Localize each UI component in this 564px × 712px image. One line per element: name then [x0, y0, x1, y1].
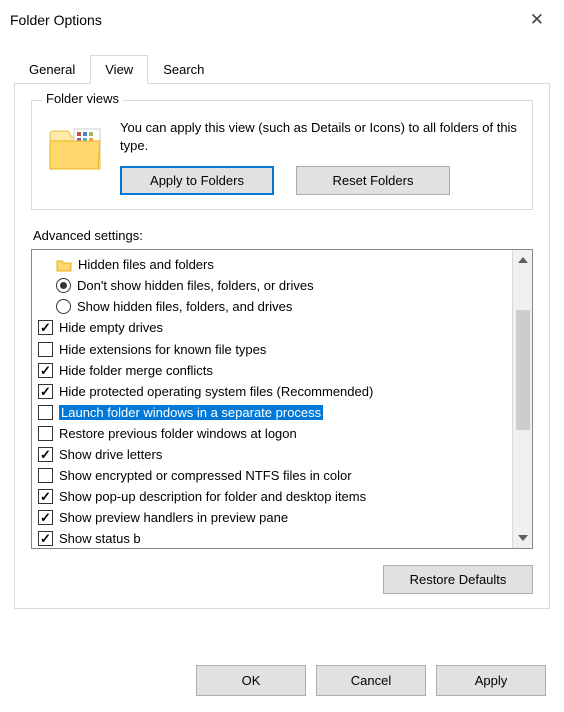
scrollbar[interactable]: [512, 250, 532, 548]
checkbox-option[interactable]: ✓ Hide protected operating system files (…: [38, 381, 510, 402]
option-label: Show status b: [59, 531, 141, 546]
tree-heading: Hidden files and folders: [38, 254, 510, 275]
checkbox-icon[interactable]: [38, 342, 53, 357]
checkbox-icon[interactable]: [38, 426, 53, 441]
folder-icon: [48, 123, 104, 173]
scroll-up-icon[interactable]: [513, 250, 532, 270]
checkbox-icon[interactable]: ✓: [38, 384, 53, 399]
checkbox-icon[interactable]: ✓: [38, 447, 53, 462]
folder-views-text: You can apply this view (such as Details…: [120, 119, 520, 154]
option-label: Show preview handlers in preview pane: [59, 510, 288, 525]
folder-views-group: Folder views You can apply this view (su…: [31, 100, 533, 210]
restore-defaults-button[interactable]: Restore Defaults: [383, 565, 533, 594]
option-label: Restore previous folder windows at logon: [59, 426, 297, 441]
radio-option[interactable]: Don't show hidden files, folders, or dri…: [38, 275, 510, 296]
reset-folders-button[interactable]: Reset Folders: [296, 166, 450, 195]
option-label: Show pop-up description for folder and d…: [59, 489, 366, 504]
cancel-button[interactable]: Cancel: [316, 665, 426, 696]
radio-icon[interactable]: [56, 278, 71, 293]
option-label: Don't show hidden files, folders, or dri…: [77, 278, 314, 293]
checkbox-option[interactable]: Launch folder windows in a separate proc…: [38, 402, 510, 423]
checkbox-icon[interactable]: ✓: [38, 320, 53, 335]
checkbox-option[interactable]: Show encrypted or compressed NTFS files …: [38, 465, 510, 486]
option-label: Show drive letters: [59, 447, 162, 462]
scroll-thumb[interactable]: [516, 310, 530, 430]
checkbox-option[interactable]: ✓ Hide empty drives: [38, 317, 510, 338]
radio-icon[interactable]: [56, 299, 71, 314]
option-label: Hide protected operating system files (R…: [59, 384, 373, 399]
advanced-settings-label: Advanced settings:: [33, 228, 533, 243]
checkbox-icon[interactable]: ✓: [38, 363, 53, 378]
option-label: Hide extensions for known file types: [59, 342, 266, 357]
option-label: Launch folder windows in a separate proc…: [59, 405, 323, 420]
checkbox-icon[interactable]: [38, 468, 53, 483]
option-label: Hide empty drives: [59, 320, 163, 335]
option-label: Show encrypted or compressed NTFS files …: [59, 468, 352, 483]
tab-search[interactable]: Search: [148, 55, 219, 84]
checkbox-option[interactable]: ✓ Hide folder merge conflicts: [38, 360, 510, 381]
checkbox-option[interactable]: ✓ Show preview handlers in preview pane: [38, 507, 510, 528]
folder-views-legend: Folder views: [42, 91, 123, 106]
dialog-buttons: OK Cancel Apply: [196, 665, 564, 696]
checkbox-option[interactable]: Hide extensions for known file types: [38, 338, 510, 359]
checkbox-option[interactable]: Restore previous folder windows at logon: [38, 423, 510, 444]
folder-icon: [56, 258, 72, 272]
checkbox-icon[interactable]: ✓: [38, 489, 53, 504]
tab-view[interactable]: View: [90, 55, 148, 84]
option-label: Show hidden files, folders, and drives: [77, 299, 292, 314]
window-title: Folder Options: [10, 12, 102, 28]
scroll-down-icon[interactable]: [513, 528, 532, 548]
apply-to-folders-button[interactable]: Apply to Folders: [120, 166, 274, 195]
checkbox-option[interactable]: ✓ Show drive letters: [38, 444, 510, 465]
checkbox-option[interactable]: ✓ Show status b: [38, 528, 510, 548]
checkbox-icon[interactable]: [38, 405, 53, 420]
checkbox-option[interactable]: ✓ Show pop-up description for folder and …: [38, 486, 510, 507]
tab-general[interactable]: General: [14, 55, 90, 84]
close-icon[interactable]: ✕: [524, 8, 550, 32]
titlebar: Folder Options ✕: [0, 0, 564, 40]
checkbox-icon[interactable]: ✓: [38, 510, 53, 525]
checkbox-icon[interactable]: ✓: [38, 531, 53, 546]
advanced-settings-list: Hidden files and folders Don't show hidde…: [31, 249, 533, 549]
radio-option[interactable]: Show hidden files, folders, and drives: [38, 296, 510, 317]
ok-button[interactable]: OK: [196, 665, 306, 696]
option-label: Hide folder merge conflicts: [59, 363, 213, 378]
apply-button[interactable]: Apply: [436, 665, 546, 696]
tree-heading-label: Hidden files and folders: [78, 257, 214, 272]
tabstrip: General View Search: [14, 54, 564, 83]
tab-panel-view: Folder views You can apply this view (su…: [14, 83, 550, 609]
